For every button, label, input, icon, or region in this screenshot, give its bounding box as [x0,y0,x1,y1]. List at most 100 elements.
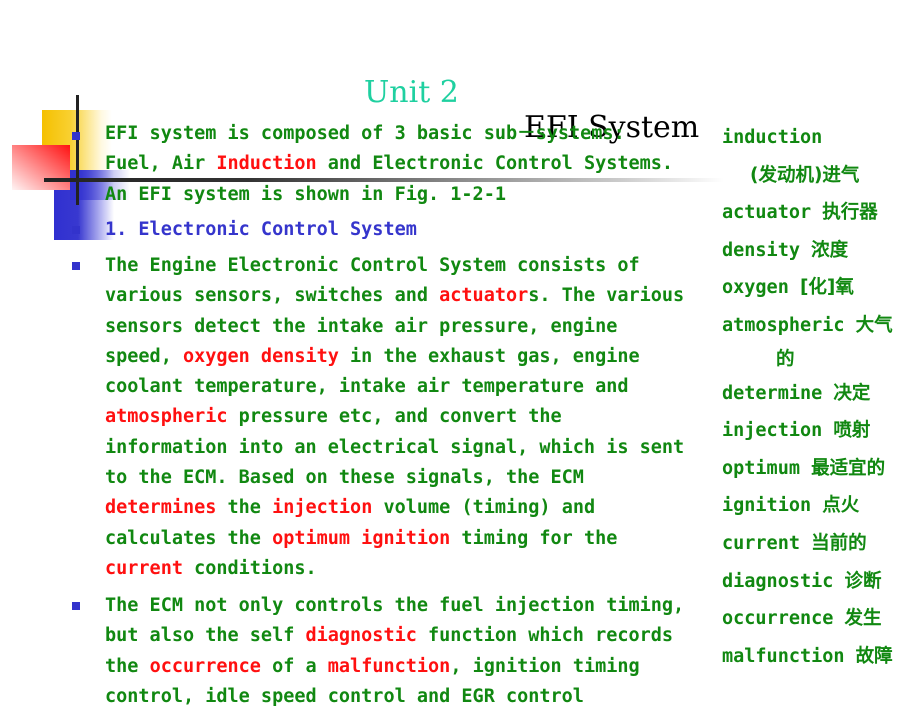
text-line: determines the injection volume (timing)… [105,493,684,523]
text-segment: s. The various [528,285,685,307]
text-segment: various sensors, switches and [105,285,440,307]
glossary-translation: 诊断 [844,570,882,592]
text-segment: the [105,655,150,677]
glossary-entry: atmospheric 大气 [722,307,920,345]
text-segment: The ECM not only controls the fuel injec… [105,595,685,616]
glossary-entry: (发动机)进气 [722,157,920,195]
text-line: current conditions. [105,554,684,584]
text-line: to the ECM. Based on these signals, the … [105,463,684,493]
glossary-term: diagnostic [722,570,834,592]
glossary-entry: density 浓度 [722,232,920,270]
highlighted-term: actuator [439,285,529,307]
glossary: induction (发动机)进气 actuator 执行器 density 浓度 ox… [722,119,920,675]
highlighted-term: current [105,557,183,579]
glossary-entry: current 当前的 [722,525,920,563]
glossary-entry: malfunction 故障 [722,638,920,676]
paragraph: EFI system is composed of 3 basic sub－sy… [105,119,673,210]
text-line: calculates the optimum ignition timing f… [105,524,684,554]
glossary-term: induction [722,127,823,148]
highlighted-term: occurrence [149,655,261,677]
highlighted-term: injection [272,497,373,519]
highlighted-term: atmospheric [105,406,228,428]
glossary-term: oxygen [722,277,789,299]
text-segment: the [216,497,273,519]
bullet-icon [72,132,80,140]
deco-vertical-line [76,95,79,205]
text-segment: of a [260,655,328,677]
text-line: the occurrence of a malfunction, ignitio… [105,652,684,682]
text-segment: in the exhaust gas, engine [338,345,640,367]
text-segment: but also the self [105,625,306,647]
glossary-term: determine [722,382,823,404]
glossary-entry: oxygen [化]氧 [722,269,920,307]
glossary-entry: diagnostic 诊断 [722,563,920,601]
text-line: information into an electrical signal, w… [105,433,684,463]
text-segment: to the ECM. Based on these signals, the … [105,467,584,489]
text-line: 1. Electronic Control System [105,215,417,245]
glossary-entry: ignition 点火 [722,487,920,525]
text-line: speed, oxygen density in the exhaust gas… [105,342,684,372]
glossary-translation: 故障 [855,645,893,667]
glossary-translation: 浓度 [811,239,849,261]
highlighted-term: determines [105,497,217,519]
glossary-term: density [722,239,800,261]
text-line: Fuel, Air Induction and Electronic Contr… [105,149,673,179]
text-line: atmospheric pressure etc, and convert th… [105,402,684,432]
text-segment: An EFI system is shown in Fig. 1-2-1 [105,183,506,205]
text-segment: coolant temperature, intake air temperat… [105,376,629,398]
glossary-term: optimum [722,457,800,479]
glossary-translation: 当前的 [811,532,867,554]
glossary-translation: 的 [776,348,795,370]
glossary-translation: 喷射 [833,420,871,442]
text-segment: and Electronic Control Systems. [316,153,674,175]
glossary-translation: (发动机)进气 [750,164,860,186]
text-segment: speed, [105,345,183,367]
text-line: sensors detect the intake air pressure, … [105,312,684,342]
text-line: An EFI system is shown in Fig. 1-2-1 [105,180,673,210]
glossary-term: current [722,532,800,554]
glossary-translation: 大气 [855,314,893,336]
text-segment: information into an electrical signal, w… [105,436,685,458]
text-line: control, idle speed control and EGR cont… [105,682,684,712]
text-segment: EFI system is composed of 3 basic sub－sy… [105,123,625,144]
highlighted-term: malfunction [327,655,451,677]
paragraph: The Engine Electronic Control System con… [72,251,684,584]
highlighted-term: oxygen density [182,345,339,367]
text-line: The ECM not only controls the fuel injec… [105,591,684,621]
glossary-translation: 最适宜的 [811,457,886,479]
glossary-term: actuator [722,202,812,224]
glossary-term: occurrence [722,608,834,630]
glossary-entry: occurrence 发生 [722,600,920,638]
glossary-term: malfunction [722,645,845,667]
text-segment: timing for the [450,527,618,549]
highlighted-term: optimum ignition [272,527,451,549]
glossary-term: atmospheric [722,314,845,336]
glossary-entry: optimum 最适宜的 [722,450,920,488]
glossary-term: injection [722,420,823,442]
glossary-translation: 决定 [833,382,871,404]
text-segment: function which records [416,625,674,647]
text-segment: conditions. [182,557,317,579]
glossary-translation: [化]氧 [799,277,854,299]
text-segment: sensors detect the intake air pressure, … [105,315,618,337]
text-line: The Engine Electronic Control System con… [105,251,684,281]
text-line: various sensors, switches and actuators.… [105,281,684,311]
text-line: coolant temperature, intake air temperat… [105,372,684,402]
glossary-translation: 点火 [822,495,860,517]
glossary-entry: 的 [722,345,920,375]
text-segment: 1. Electronic Control System [105,219,417,240]
text-segment: calculates the [105,527,273,549]
paragraph: The ECM not only controls the fuel injec… [72,591,684,712]
text-segment: The Engine Electronic Control System con… [105,255,640,276]
highlighted-term: diagnostic [305,625,417,647]
text-line: EFI system is composed of 3 basic sub－sy… [105,119,673,149]
text-segment: Fuel, Air [105,153,217,175]
glossary-translation: 执行器 [822,202,878,224]
glossary-entry: induction [722,119,920,157]
text-segment: control, idle speed control and EGR cont… [105,685,584,707]
deco-red-block [12,145,70,190]
text-segment: volume (timing) and [372,497,596,519]
bullet-icon [72,226,80,234]
highlighted-term: Induction [216,153,317,175]
text-segment: pressure etc, and convert the [227,406,562,428]
